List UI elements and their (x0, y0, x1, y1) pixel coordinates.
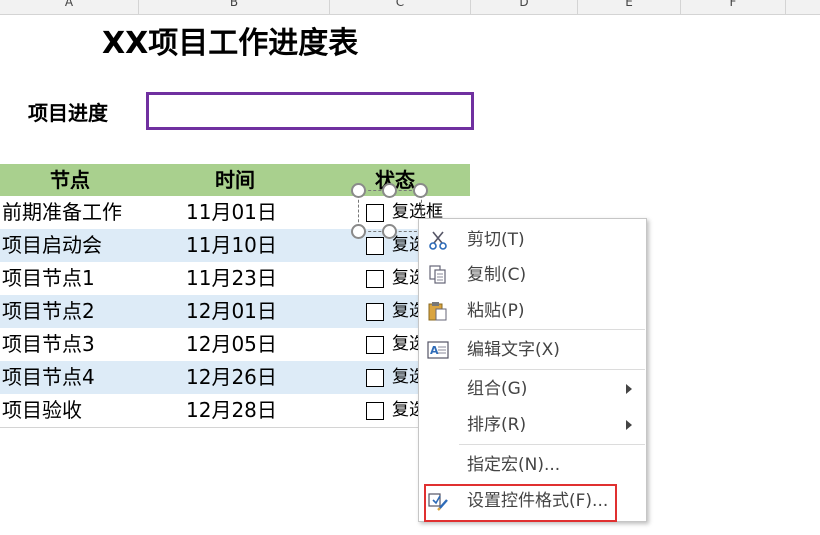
date-cell[interactable]: 12月26日 (186, 361, 277, 394)
date-cell[interactable]: 12月05日 (186, 328, 277, 361)
menu-item-label: 组合(G) (467, 379, 528, 399)
menu-item-cut[interactable]: 剪切(T) (419, 223, 646, 257)
table-row: 项目验收 12月28日 复选框 (0, 394, 470, 428)
menu-item-copy[interactable]: 复制(C) (419, 258, 646, 292)
date-cell[interactable]: 11月01日 (186, 196, 277, 229)
menu-item-label: 指定宏(N)... (467, 455, 561, 475)
highlight-box (424, 484, 617, 522)
node-cell[interactable]: 项目节点1 (2, 262, 95, 295)
menu-item-group[interactable]: 组合(G) (419, 372, 646, 406)
menu-item-label: 排序(R) (467, 415, 527, 435)
node-cell[interactable]: 项目节点4 (2, 361, 95, 394)
menu-separator (459, 329, 645, 330)
checkbox-label: 复选框 (392, 367, 418, 387)
resize-handle[interactable] (413, 183, 428, 198)
menu-item-label: 粘贴(P) (467, 301, 525, 321)
table-row: 项目节点2 12月01日 复选框 (0, 295, 470, 328)
menu-item-label: 剪切(T) (467, 230, 525, 250)
copy-icon (429, 265, 446, 284)
sheet-title: XX项目工作进度表 (102, 26, 359, 61)
column-header-e[interactable]: E (578, 0, 681, 14)
node-cell[interactable]: 项目节点2 (2, 295, 95, 328)
status-checkbox[interactable] (366, 237, 384, 255)
column-header-f[interactable]: F (681, 0, 786, 14)
svg-text:A: A (430, 344, 439, 357)
table-row: 项目节点4 12月26日 复选框 (0, 361, 470, 394)
menu-item-label: 编辑文字(X) (467, 340, 560, 360)
checkbox-label: 复选框 (392, 301, 418, 321)
column-header-b[interactable]: B (139, 0, 330, 14)
status-checkbox[interactable] (366, 369, 384, 387)
node-cell[interactable]: 项目启动会 (2, 229, 102, 262)
status-checkbox[interactable] (366, 336, 384, 354)
context-menu: 剪切(T) 复制(C) 粘贴(P) A 编辑文字(X) 组合(G) 排序(R) … (418, 218, 647, 522)
resize-handle[interactable] (382, 224, 397, 239)
menu-item-label: 复制(C) (467, 265, 527, 285)
date-cell[interactable]: 12月28日 (186, 394, 277, 427)
menu-item-paste[interactable]: 粘贴(P) (419, 294, 646, 328)
node-cell[interactable]: 项目节点3 (2, 328, 95, 361)
column-header-c[interactable]: C (330, 0, 471, 14)
date-cell[interactable]: 12月01日 (186, 295, 277, 328)
header-time: 时间 (215, 168, 255, 192)
paste-icon (428, 302, 447, 321)
date-cell[interactable]: 11月10日 (186, 229, 277, 262)
checkbox-label: 复选框 (392, 334, 418, 354)
menu-separator (459, 369, 645, 370)
column-header-bar: A B C D E F (0, 0, 820, 15)
status-checkbox[interactable] (366, 303, 384, 321)
progress-label: 项目进度 (28, 101, 108, 125)
edit-text-icon: A (427, 341, 449, 359)
checkbox-label: 复选框 (392, 400, 418, 420)
resize-handle[interactable] (351, 224, 366, 239)
status-checkbox[interactable] (366, 402, 384, 420)
resize-handle[interactable] (382, 183, 397, 198)
menu-separator (459, 444, 645, 445)
column-header-d[interactable]: D (471, 0, 578, 14)
table-row: 项目启动会 11月10日 复选框 (0, 229, 470, 262)
menu-item-order[interactable]: 排序(R) (419, 408, 646, 442)
submenu-arrow-icon (626, 384, 632, 394)
date-cell[interactable]: 11月23日 (186, 262, 277, 295)
menu-item-edit-text[interactable]: A 编辑文字(X) (419, 333, 646, 367)
progress-cell[interactable] (146, 92, 474, 130)
resize-handle[interactable] (351, 183, 366, 198)
checkbox-label: 复选框 (392, 268, 418, 288)
submenu-arrow-icon (626, 420, 632, 430)
menu-item-assign-macro[interactable]: 指定宏(N)... (419, 448, 646, 482)
node-cell[interactable]: 前期准备工作 (2, 196, 122, 229)
table-row: 项目节点1 11月23日 复选框 (0, 262, 470, 295)
scissors-icon (429, 231, 447, 250)
column-header-a[interactable]: A (0, 0, 139, 14)
status-checkbox[interactable] (366, 270, 384, 288)
table-row: 项目节点3 12月05日 复选框 (0, 328, 470, 361)
header-node: 节点 (50, 168, 90, 192)
node-cell[interactable]: 项目验收 (2, 394, 82, 427)
